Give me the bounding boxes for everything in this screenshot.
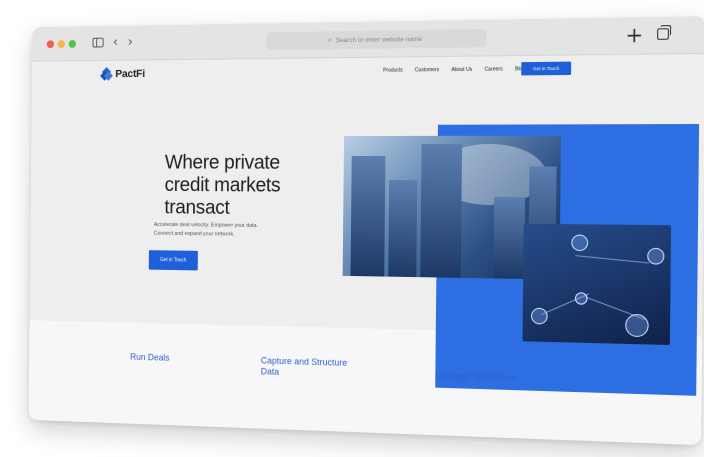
nav-item-careers[interactable]: Careers [484,66,502,72]
wifi-icon [625,313,649,338]
building-shape [388,180,418,278]
feature-capture-data[interactable]: Capture and Structure Data [261,355,369,380]
hero-title-line: transact [164,196,230,219]
main-nav: Products Customers About Us Careers Blog [383,66,525,74]
address-placeholder: Search or enter website name [335,35,423,44]
minimize-window-button[interactable] [57,40,66,48]
web-page: PactFi Products Customers About Us Caree… [28,53,704,446]
network-image [522,223,672,345]
brand-name: PactFi [115,68,145,81]
hero-title-line: Where private [164,151,280,174]
cloud-network-icon [571,234,589,252]
back-icon[interactable]: ‹ [113,35,118,51]
hero-subtitle: Accelerate deal velocity. Empower your d… [154,221,317,241]
sidebar-icon[interactable] [92,37,104,48]
brand-logo[interactable]: PactFi [100,67,145,81]
hero-get-in-touch-button[interactable]: Get in Touch [148,250,198,271]
logo-mark-icon [100,67,113,81]
hero-subtitle-line: Connect and expand your network. [153,230,235,238]
hero-title-line: credit markets [164,174,281,197]
mockup-stage: ‹ › ⌕ Search or enter website name + Pac… [0,0,704,457]
building-shape [493,196,526,279]
close-window-button[interactable] [46,40,55,49]
home-icon [574,292,588,305]
cloud-icon [647,247,665,265]
home-icon [530,307,548,325]
tabs-icon[interactable] [657,28,669,40]
feature-run-deals[interactable]: Run Deals [130,352,169,363]
nav-get-in-touch-button[interactable]: Get in Touch [521,61,572,76]
hero-title: Where private credit markets transact [164,152,308,221]
building-shape [350,155,386,277]
search-icon: ⌕ [327,35,332,44]
nav-item-products[interactable]: Products [383,67,403,73]
address-bar[interactable]: ⌕ Search or enter website name [265,28,487,51]
browser-window: ‹ › ⌕ Search or enter website name + Pac… [28,16,704,446]
maximize-window-button[interactable] [68,40,77,48]
forward-icon[interactable]: › [128,34,133,50]
building-shape [420,143,463,278]
nav-item-about-us[interactable]: About Us [451,67,472,73]
nav-item-customers[interactable]: Customers [415,67,439,73]
plus-icon[interactable]: + [625,21,643,48]
network-line [575,255,650,264]
